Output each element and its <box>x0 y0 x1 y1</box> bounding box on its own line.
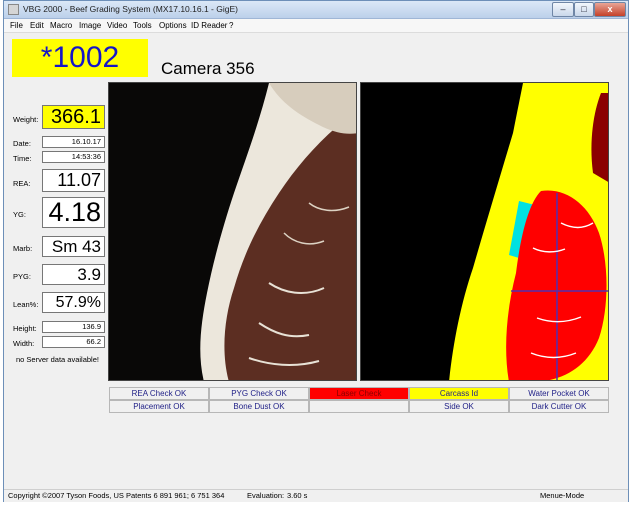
evaluation-label: Evaluation: <box>247 491 285 500</box>
date-label: Date: <box>13 139 31 148</box>
width-value: 66.2 <box>42 336 105 348</box>
menu-edit[interactable]: Edit <box>30 21 44 30</box>
marb-value: Sm 43 <box>42 236 105 257</box>
menu-options[interactable]: Options <box>159 21 187 30</box>
weight-value: 366.1 <box>42 105 105 129</box>
marb-label: Marb: <box>13 244 33 253</box>
menu-macro[interactable]: Macro <box>50 21 72 30</box>
maximize-button[interactable]: □ <box>574 2 594 17</box>
pyg-check-status: PYG Check OK <box>209 387 309 400</box>
evaluation-value: 3.60 s <box>287 491 308 500</box>
carcass-id-status: Carcass Id <box>409 387 509 400</box>
empty-status <box>309 400 409 413</box>
water-pocket-status: Water Pocket OK <box>509 387 609 400</box>
bone-dust-status: Bone Dust OK <box>209 400 309 413</box>
main-area: *1002 Camera 356 Weight: 366.1 Date: 16.… <box>4 33 628 489</box>
rea-value: 11.07 <box>42 169 105 192</box>
yg-label: YG: <box>13 210 26 219</box>
menu-help[interactable]: ? <box>229 21 233 30</box>
server-status-message: no Server data available! <box>16 355 99 364</box>
carcass-id-display: *1002 <box>12 39 148 77</box>
rea-label: REA: <box>13 179 31 188</box>
time-label: Time: <box>13 154 32 163</box>
status-checks: REA Check OK PYG Check OK Laser Check Ca… <box>109 387 609 414</box>
weight-label: Weight: <box>13 115 39 124</box>
date-value: 16.10.17 <box>42 136 105 148</box>
height-label: Height: <box>13 324 37 333</box>
carcass-id-value: *1002 <box>40 41 120 74</box>
menu-file[interactable]: File <box>10 21 23 30</box>
lean-label: Lean%: <box>13 300 39 309</box>
app-icon <box>8 4 19 15</box>
status-bar: Copyright ©2007 Tyson Foods, US Patents … <box>4 489 628 502</box>
menu-video[interactable]: Video <box>107 21 127 30</box>
menu-tools[interactable]: Tools <box>133 21 152 30</box>
pyg-label: PYG: <box>13 272 31 281</box>
close-button[interactable]: x <box>594 2 626 17</box>
dark-cutter-status: Dark Cutter OK <box>509 400 609 413</box>
meat-photo-image <box>109 83 356 380</box>
time-value: 14:53:36 <box>42 151 105 163</box>
lean-value: 57.9% <box>42 292 105 313</box>
analysis-image <box>360 82 609 381</box>
camera-image <box>108 82 357 381</box>
camera-label: Camera 356 <box>161 59 255 78</box>
minimize-button[interactable]: – <box>552 2 574 17</box>
window-title: VBG 2000 - Beef Grading System (MX17.10.… <box>23 4 238 14</box>
segmentation-image <box>361 83 608 380</box>
application-window: VBG 2000 - Beef Grading System (MX17.10.… <box>3 0 629 502</box>
copyright-text: Copyright ©2007 Tyson Foods, US Patents … <box>8 491 225 500</box>
laser-check-status: Laser Check <box>309 387 409 400</box>
menu-id-reader[interactable]: ID Reader <box>191 21 227 30</box>
placement-status: Placement OK <box>109 400 209 413</box>
title-bar[interactable]: VBG 2000 - Beef Grading System (MX17.10.… <box>4 1 628 19</box>
pyg-value: 3.9 <box>42 264 105 285</box>
menu-image[interactable]: Image <box>79 21 101 30</box>
menu-bar: File Edit Macro Image Video Tools Option… <box>4 19 628 33</box>
yg-value: 4.18 <box>42 197 105 228</box>
side-status: Side OK <box>409 400 509 413</box>
rea-check-status: REA Check OK <box>109 387 209 400</box>
width-label: Width: <box>13 339 35 348</box>
mode-indicator: Menue-Mode <box>540 491 585 500</box>
height-value: 136.9 <box>42 321 105 333</box>
